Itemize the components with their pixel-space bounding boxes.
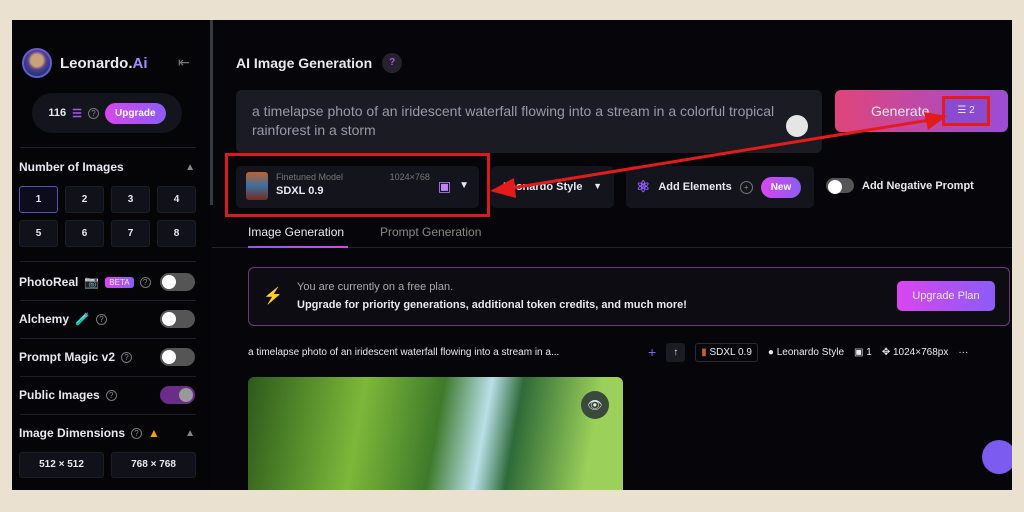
images-icon: ▣ <box>854 346 867 358</box>
free-plan-banner: ⚡ You are currently on a free plan. Upgr… <box>248 267 1010 326</box>
generation-meta: a timelapse photo of an iridescent water… <box>248 342 1008 362</box>
active-tab-indicator <box>248 246 348 248</box>
meta-count-value: 1 <box>866 346 872 358</box>
meta-count: ▣ 1 <box>854 347 872 358</box>
more-options-icon[interactable]: ··· <box>958 347 968 358</box>
meta-model-name: SDXL 0.9 <box>709 346 752 358</box>
meta-model: ▮ SDXL 0.9 <box>695 342 758 362</box>
generation-prompt: a timelapse photo of an iridescent water… <box>248 346 560 358</box>
chat-support-button[interactable] <box>982 440 1012 474</box>
app-window: Leonardo.Ai ⇤ 116 ☰ ? Upgrade Number of … <box>12 20 1012 490</box>
meta-style-name: Leonardo Style <box>776 346 845 358</box>
banner-line2: Upgrade for priority generations, additi… <box>297 299 687 311</box>
generated-image[interactable]: 👁 <box>248 377 623 490</box>
meta-resolution: ✥ 1024×768px <box>882 347 949 358</box>
move-icon: ✥ <box>881 346 893 358</box>
meta-res-value: 1024×768px <box>892 346 949 358</box>
eye-icon[interactable]: 👁 <box>581 391 609 419</box>
banner-line1: You are currently on a free plan. <box>297 281 454 293</box>
tab-image-generation[interactable]: Image Generation <box>248 225 344 239</box>
drop-icon: ● <box>767 346 777 358</box>
upload-icon[interactable]: ↑ <box>666 342 686 362</box>
tab-prompt-generation[interactable]: Prompt Generation <box>380 225 481 239</box>
plus-icon[interactable]: + <box>648 344 656 360</box>
upgrade-plan-button[interactable]: Upgrade Plan <box>897 281 995 311</box>
lightning-icon: ⚡ <box>263 288 283 305</box>
meta-style: ● Leonardo Style <box>768 347 844 358</box>
